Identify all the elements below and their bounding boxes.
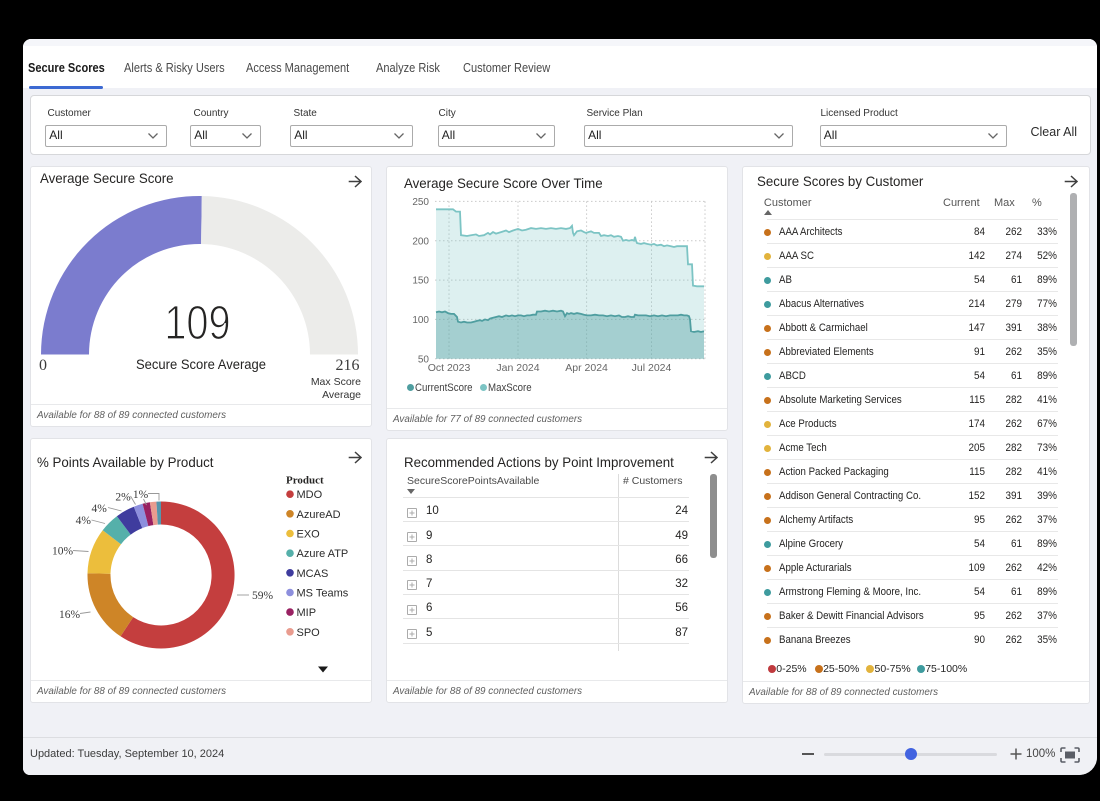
svg-text:150: 150 — [412, 276, 429, 287]
svg-text:Jul 2024: Jul 2024 — [632, 362, 672, 374]
svg-text:10%: 10% — [52, 546, 74, 558]
svg-text:59%: 59% — [252, 590, 274, 602]
svg-text:MDO: MDO — [297, 489, 323, 501]
svg-text:4%: 4% — [76, 515, 92, 527]
svg-text:250: 250 — [412, 197, 429, 208]
svg-text:MIP: MIP — [297, 607, 317, 619]
svg-text:1%: 1% — [133, 489, 149, 501]
svg-text:200: 200 — [412, 236, 429, 247]
svg-text:2%: 2% — [115, 492, 131, 504]
svg-text:SPO: SPO — [297, 627, 321, 639]
svg-text:Product: Product — [286, 475, 324, 487]
svg-text:Oct 2023: Oct 2023 — [428, 362, 471, 374]
svg-text:EXO: EXO — [297, 529, 321, 541]
svg-text:MS Teams: MS Teams — [297, 588, 349, 600]
svg-text:Apr 2024: Apr 2024 — [565, 362, 608, 374]
svg-text:Azure ATP: Azure ATP — [297, 548, 349, 560]
svg-text:Jan 2024: Jan 2024 — [496, 362, 539, 374]
svg-text:4%: 4% — [92, 503, 108, 515]
svg-text:AzureAD: AzureAD — [297, 509, 341, 521]
svg-text:MCAS: MCAS — [297, 568, 329, 580]
svg-text:16%: 16% — [59, 609, 81, 621]
svg-text:100: 100 — [412, 315, 429, 326]
